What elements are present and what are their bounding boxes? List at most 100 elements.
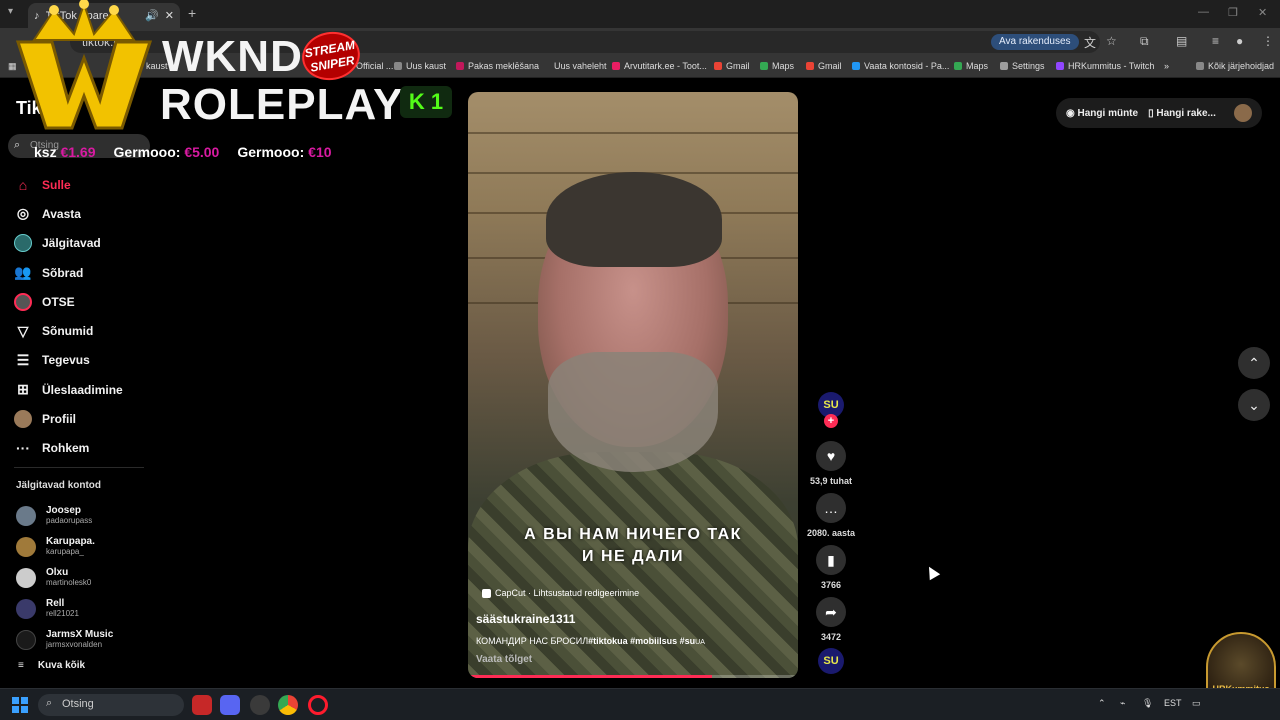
bookmark[interactable]: Arvutitark.ee - Toot... [612,61,707,71]
get-coins-button[interactable]: ◉ Hangi münte [1066,108,1138,119]
taskbar-search[interactable]: ⌕ Otsing [38,694,184,716]
gmail-icon [714,62,722,70]
list-item[interactable]: Joosep padaorupass [16,500,113,531]
maximize-button[interactable]: ❐ [1228,6,1238,19]
menu-icon[interactable]: ⋮ [1262,34,1274,48]
like-button[interactable]: ♥ [816,441,846,471]
user-avatar[interactable] [1234,104,1252,122]
bookmark[interactable]: Pakas meklēšana [456,61,539,71]
donation-amount: €5.00 [184,144,220,160]
translate-icon[interactable]: 文 [1084,34,1096,51]
nav-item-sobrad[interactable]: 👥 Sõbrad [14,258,154,287]
nav-item-jalgitavad[interactable]: Jälgitavad [14,229,154,258]
donor-name: Germooo [237,144,300,160]
bookmark[interactable]: Gmail [714,61,750,71]
like-count: 53,9 tuhat [809,476,852,486]
display-icon[interactable]: ▭ [1192,698,1201,709]
discord-app-icon[interactable] [220,695,240,715]
search-icon: ⌕ [46,697,53,709]
upload-icon: ⊞ [17,381,29,398]
bookmark[interactable]: Settings [1000,61,1045,71]
bookmark[interactable]: Maps [954,61,988,71]
tab-search-icon[interactable]: ▾ [8,6,13,17]
bookmark[interactable]: Uus vaheleht [554,61,607,71]
news-app-icon[interactable] [192,695,212,715]
comment-button[interactable]: … [816,493,846,523]
list-icon: ≡ [18,660,24,671]
capcut-tag[interactable]: CapCut · Lihtsustatud redigeerimine [482,588,639,598]
description-text: КОМАНДИР НАС БРОСИЛ [476,636,589,646]
share-button[interactable]: ➦ [816,597,846,627]
bookmark[interactable]: Uus kaust [394,61,446,71]
close-window-button[interactable]: ✕ [1258,6,1267,19]
bookmark[interactable]: Vaata kontosid - Pa... [852,61,949,71]
nav-item-rohkem[interactable]: ··· Rohkem [14,434,154,463]
save-button[interactable]: ▮ [816,545,846,575]
minimize-button[interactable]: — [1198,6,1209,18]
list-item[interactable]: Olxu martinolesk0 [16,562,113,593]
bookmark-label: Uus vaheleht [554,61,607,71]
profile-avatar[interactable]: ● [1236,34,1243,48]
language-indicator[interactable]: EST [1164,698,1182,708]
nav-label: Sõnumid [42,324,94,339]
sound-disc-avatar[interactable]: SU [818,648,844,674]
follow-plus-button[interactable]: + [824,414,838,428]
more-bookmarks-icon[interactable]: » [1164,61,1169,71]
nav-item-upload[interactable]: ⊞ Üleslaadimine [14,375,154,404]
nav-item-sulle[interactable]: ⌂ Sulle [14,170,154,199]
bookmark[interactable]: Gmail [806,61,842,71]
media-icon[interactable]: ≡ [1212,34,1219,48]
video-progress-fill [468,675,713,678]
maps-icon [760,62,768,70]
list-item[interactable]: JarmsX Music jarmsxvonalden [16,624,113,655]
bookmark-label: Maps [772,61,795,71]
video-author[interactable]: säästukraine1311 [476,612,575,626]
bookmark-label: Maps [966,61,989,71]
next-video-button[interactable]: ⌄ [1238,389,1270,421]
previous-video-button[interactable]: ⌃ [1238,347,1270,379]
close-tab-icon[interactable]: ✕ [165,9,174,22]
opera-app-icon[interactable] [308,695,328,715]
get-app-button[interactable]: ▯ Hangi rake... [1148,108,1216,119]
message-icon: ▽ [17,322,29,339]
list-item[interactable]: Karupapa. karupapa_ [16,531,113,562]
start-button[interactable] [12,697,28,713]
list-item[interactable]: Rell rell21021 [16,593,113,624]
see-all-link[interactable]: ≡ Kuva kõik [18,660,85,671]
network-icon[interactable]: ⌁ [1120,698,1125,709]
extensions-icon[interactable]: ⧉ [1140,34,1149,49]
chrome-app-icon[interactable] [278,695,298,715]
see-translation-link[interactable]: Vaata tõlget [476,654,532,665]
folder-icon [1196,62,1204,70]
nav-item-sonumid[interactable]: ▽ Sõnumid [14,316,154,345]
sidepanel-icon[interactable]: ▤ [1176,34,1187,48]
nav-label: Profiil [42,412,77,427]
tray-chevron-icon[interactable]: ⌃ [1098,698,1106,709]
bookmark-label: Pakas meklēšana [468,61,540,71]
account-id: karupapa_ [46,547,84,556]
account-name: Olxu [46,567,69,578]
obs-app-icon[interactable] [250,695,270,715]
video-hair [546,172,722,267]
nav-item-tegevus[interactable]: ☰ Tegevus [14,346,154,375]
all-bookmarks[interactable]: Kõik järjehoidjad [1196,61,1274,71]
chevron-down-icon: ⌄ [1248,396,1260,413]
video-subtitle-line1: А ВЫ НАМ НИЧЕГО ТАК [524,526,742,543]
tab-strip: ▾ ♪ TikTok - pare 🔊 ✕ + — ❐ ✕ [0,0,1280,28]
description-tags[interactable]: #tiktokua #mobiilsus #su [588,636,695,646]
open-in-app-label: Ava rakenduses [999,36,1071,47]
new-tab-button[interactable]: + [188,5,196,21]
open-in-app-chip[interactable]: Ava rakenduses [991,34,1079,50]
nav-item-otse[interactable]: OTSE [14,287,154,316]
nav-item-avasta[interactable]: ◎ Avasta [14,199,154,228]
account-id: martinolesk0 [46,578,92,587]
video-beard [548,352,718,472]
nav-item-profiil[interactable]: Profiil [14,404,154,433]
bookmark[interactable]: Maps [760,61,794,71]
bookmark-star-icon[interactable]: ☆ [1106,34,1117,48]
video-progress-bar[interactable] [468,675,798,678]
nav-label: Sõbrad [42,265,84,280]
microphone-icon[interactable]: 🎙 [1142,698,1153,709]
bookmark[interactable]: HRKummitus - Twitch [1056,61,1154,71]
video-player[interactable]: А ВЫ НАМ НИЧЕГО ТАК И НЕ ДАЛИ CapCut · L… [468,92,798,678]
